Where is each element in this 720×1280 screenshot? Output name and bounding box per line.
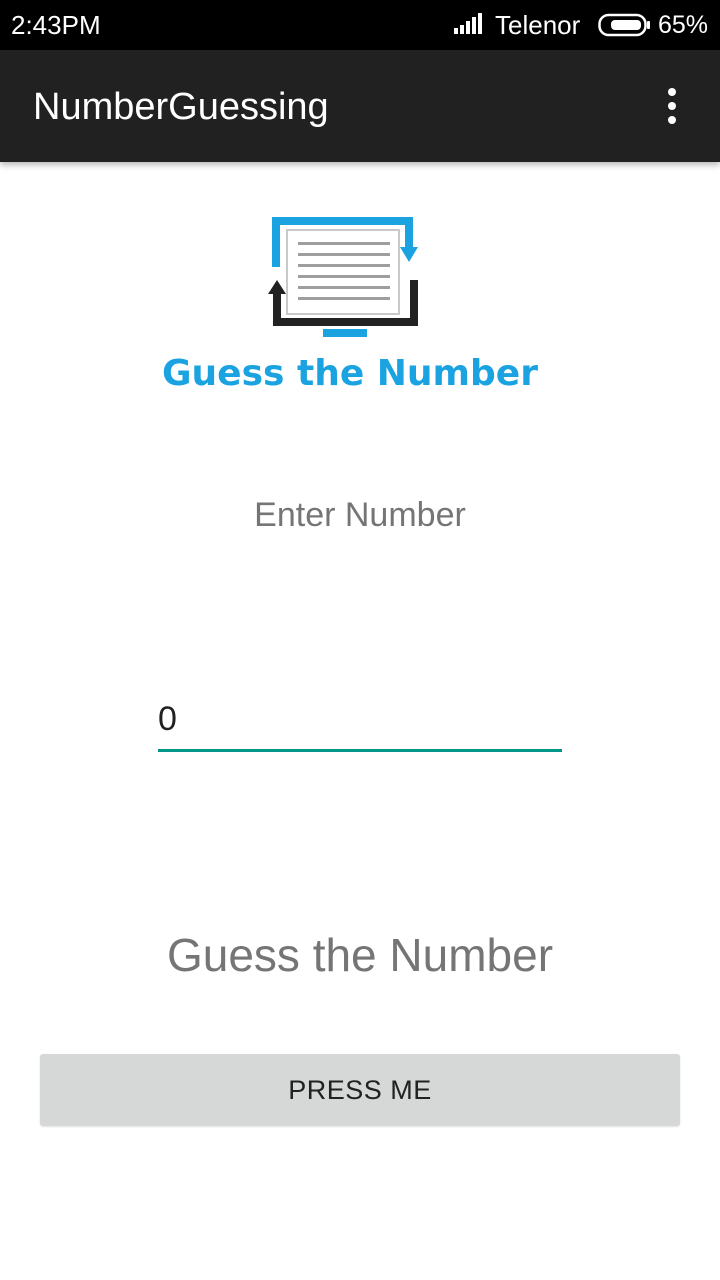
battery-icon xyxy=(598,13,650,37)
number-input[interactable] xyxy=(158,696,562,752)
enter-number-label: Enter Number xyxy=(254,496,466,534)
battery-percentage: 65% xyxy=(658,11,709,39)
logo-text: Guess the Number xyxy=(162,353,538,394)
result-text: Guess the Number xyxy=(166,929,554,981)
app-bar: NumberGuessing xyxy=(0,50,720,162)
document-refresh-icon xyxy=(268,217,418,337)
status-time: 2:43PM xyxy=(11,10,101,40)
overflow-menu-icon[interactable] xyxy=(652,83,692,129)
signal-icon xyxy=(454,13,482,34)
status-bar: 2:43PM Telenor 65% xyxy=(0,0,720,50)
app-title: NumberGuessing xyxy=(33,86,329,128)
press-me-button[interactable]: PRESS ME xyxy=(40,1054,680,1126)
guess-number-logo: Guess the Number xyxy=(160,212,552,402)
carrier-name: Telenor xyxy=(495,10,581,40)
